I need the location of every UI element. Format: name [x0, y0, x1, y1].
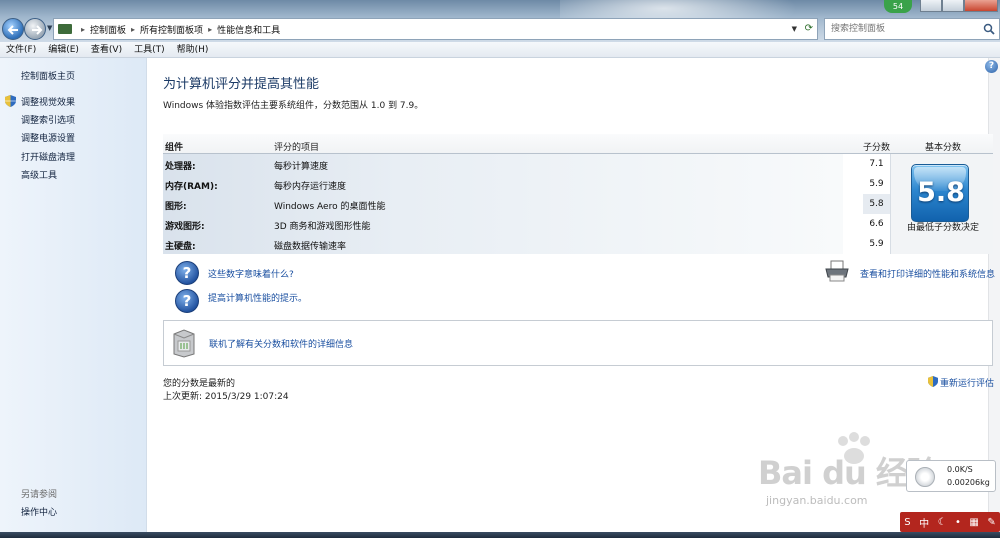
row-component: 游戏图形: — [165, 222, 205, 232]
address-dropdown-icon[interactable]: ▼ — [792, 25, 797, 33]
uac-shield-icon — [928, 376, 938, 387]
row-item: 每秒内存运行速度 — [274, 182, 347, 192]
row-subscore: 6.6 — [869, 219, 884, 229]
row-item: 3D 商务和游戏图形性能 — [274, 222, 371, 232]
network-speed-widget[interactable]: 0.0K/S 0.00206kg — [906, 460, 996, 492]
sidebar-link-advanced-tools[interactable]: 高级工具 — [21, 168, 57, 181]
see-also-heading: 另请参阅 — [21, 490, 58, 500]
notification-badge: 54 — [884, 0, 912, 13]
header-base-score: 基本分数 — [925, 143, 962, 153]
menu-bar: 文件(F) 编辑(E) 查看(V) 工具(T) 帮助(H) — [0, 42, 1000, 58]
row-subscore: 5.9 — [869, 239, 884, 249]
control-panel-folder-icon — [58, 24, 72, 34]
search-input[interactable] — [825, 19, 975, 39]
sidebar-link-disk-cleanup[interactable]: 打开磁盘清理 — [21, 150, 75, 163]
row-item: 磁盘数据传输速率 — [274, 242, 347, 252]
window-titlebar: ▼ ▸ 控制面板 ▸ 所有控制面板项 ▸ 性能信息和工具 ▼ ⟳ 54 — [0, 0, 1000, 42]
help-icon[interactable]: ? — [985, 60, 998, 73]
table-row: 内存(RAM): 每秒内存运行速度 5.9 — [163, 174, 890, 194]
history-dropdown-icon[interactable]: ▼ — [47, 24, 52, 32]
row-item: 每秒计算速度 — [274, 162, 329, 172]
score-current-status: 您的分数是最新的 — [163, 379, 236, 389]
base-score-panel: 5.8 由最低子分数决定 — [890, 154, 993, 254]
table-header: 组件 评分的项目 子分数 基本分数 — [163, 134, 993, 154]
forward-arrow-icon — [32, 25, 43, 35]
link-what-numbers-mean[interactable]: 这些数字意味着什么? — [208, 267, 294, 280]
row-item: Windows Aero 的桌面性能 — [274, 202, 386, 212]
page-description: Windows 体验指数评估主要系统组件，分数范围从 1.0 到 7.9。 — [163, 101, 424, 111]
breadcrumb-separator-icon[interactable]: ▸ — [131, 25, 135, 34]
address-bar[interactable]: ▸ 控制面板 ▸ 所有控制面板项 ▸ 性能信息和工具 ▼ ⟳ — [53, 18, 818, 40]
forward-button[interactable] — [24, 18, 46, 40]
question-help-icon[interactable]: ? — [175, 289, 199, 313]
wrench-icon[interactable]: ✎ — [987, 517, 995, 528]
uac-shield-icon — [5, 95, 16, 107]
last-updated: 上次更新: 2015/3/29 1:07:24 — [163, 392, 289, 402]
ime-mode-label[interactable]: 中 — [919, 515, 929, 530]
left-task-pane: 控制面板主页 调整视觉效果 调整索引选项 调整电源设置 打开磁盘清理 高级工具 … — [0, 58, 147, 538]
minimize-button[interactable] — [920, 0, 942, 12]
base-score-tile: 5.8 — [911, 164, 969, 222]
taskbar — [0, 532, 1000, 538]
online-info-box: 联机了解有关分数和软件的详细信息 — [163, 320, 993, 366]
back-arrow-icon — [7, 25, 18, 35]
rerun-assessment-link[interactable]: 重新运行评估 — [940, 376, 994, 389]
row-subscore: 5.8 — [863, 194, 890, 214]
sidebar-link-action-center[interactable]: 操作中心 — [21, 505, 57, 518]
breadcrumb-separator-icon[interactable]: ▸ — [208, 25, 212, 34]
watermark-url: jingyan.baidu.com — [766, 494, 868, 507]
sidebar-link-visual-effects[interactable]: 调整视觉效果 — [21, 95, 75, 108]
breadcrumb-control-panel[interactable]: 控制面板 — [90, 23, 126, 36]
header-rated-item: 评分的项目 — [274, 143, 320, 153]
question-help-icon[interactable]: ? — [175, 261, 199, 285]
row-component: 处理器: — [165, 162, 196, 172]
net-speed: 0.0K/S — [947, 465, 973, 474]
close-button[interactable] — [964, 0, 998, 12]
ime-toolbar[interactable]: S 中 ☾ • ▦ ✎ — [900, 512, 1000, 532]
table-row: 处理器: 每秒计算速度 7.1 — [163, 154, 890, 174]
link-online-details[interactable]: 联机了解有关分数和软件的详细信息 — [209, 337, 353, 350]
header-subscore: 子分数 — [863, 143, 891, 153]
table-row: 主硬盘: 磁盘数据传输速率 5.9 — [163, 234, 890, 254]
table-row: 游戏图形: 3D 商务和游戏图形性能 6.6 — [163, 214, 890, 234]
sidebar-link-power[interactable]: 调整电源设置 — [21, 131, 75, 144]
menu-edit[interactable]: 编辑(E) — [42, 42, 85, 57]
sidebar-link-indexing[interactable]: 调整索引选项 — [21, 113, 75, 126]
link-performance-tips[interactable]: 提高计算机性能的提示。 — [208, 291, 307, 304]
net-usage: 0.00206kg — [947, 478, 990, 487]
link-print-details[interactable]: 查看和打印详细的性能和系统信息 — [860, 267, 995, 280]
table-row: 图形: Windows Aero 的桌面性能 5.8 — [163, 194, 890, 214]
menu-tools[interactable]: 工具(T) — [128, 42, 171, 57]
sidebar-link-home[interactable]: 控制面板主页 — [21, 69, 75, 82]
row-component: 主硬盘: — [165, 242, 196, 252]
search-box[interactable] — [824, 18, 1000, 40]
keyboard-icon[interactable]: ▦ — [969, 517, 978, 528]
row-component: 图形: — [165, 202, 187, 212]
breadcrumb-all-items[interactable]: 所有控制面板项 — [140, 23, 203, 36]
row-subscore: 7.1 — [869, 159, 884, 169]
software-box-icon — [173, 329, 195, 358]
base-score-note: 由最低子分数决定 — [906, 223, 979, 233]
ime-logo-icon[interactable]: S — [904, 517, 910, 528]
menu-view[interactable]: 查看(V) — [85, 42, 128, 57]
base-score-value: 5.8 — [917, 177, 965, 208]
printer-icon[interactable] — [824, 260, 850, 282]
score-table: 组件 评分的项目 子分数 基本分数 处理器: 每秒计算速度 7.1 内存(RAM… — [163, 134, 993, 254]
breadcrumb-separator-icon[interactable]: ▸ — [81, 25, 85, 34]
dot-icon[interactable]: • — [955, 517, 961, 528]
page-title: 为计算机评分并提高其性能 — [163, 77, 320, 92]
header-component: 组件 — [165, 143, 184, 153]
back-button[interactable] — [2, 18, 24, 40]
menu-help[interactable]: 帮助(H) — [171, 42, 215, 57]
maximize-button[interactable] — [942, 0, 964, 12]
breadcrumb-performance[interactable]: 性能信息和工具 — [217, 23, 280, 36]
row-subscore: 5.9 — [869, 179, 884, 189]
menu-file[interactable]: 文件(F) — [0, 42, 42, 57]
row-component: 内存(RAM): — [165, 182, 218, 192]
moon-icon[interactable]: ☾ — [938, 517, 947, 528]
search-icon[interactable] — [983, 23, 995, 35]
widget-ball-icon — [915, 467, 935, 487]
refresh-icon[interactable]: ⟳ — [805, 23, 813, 34]
